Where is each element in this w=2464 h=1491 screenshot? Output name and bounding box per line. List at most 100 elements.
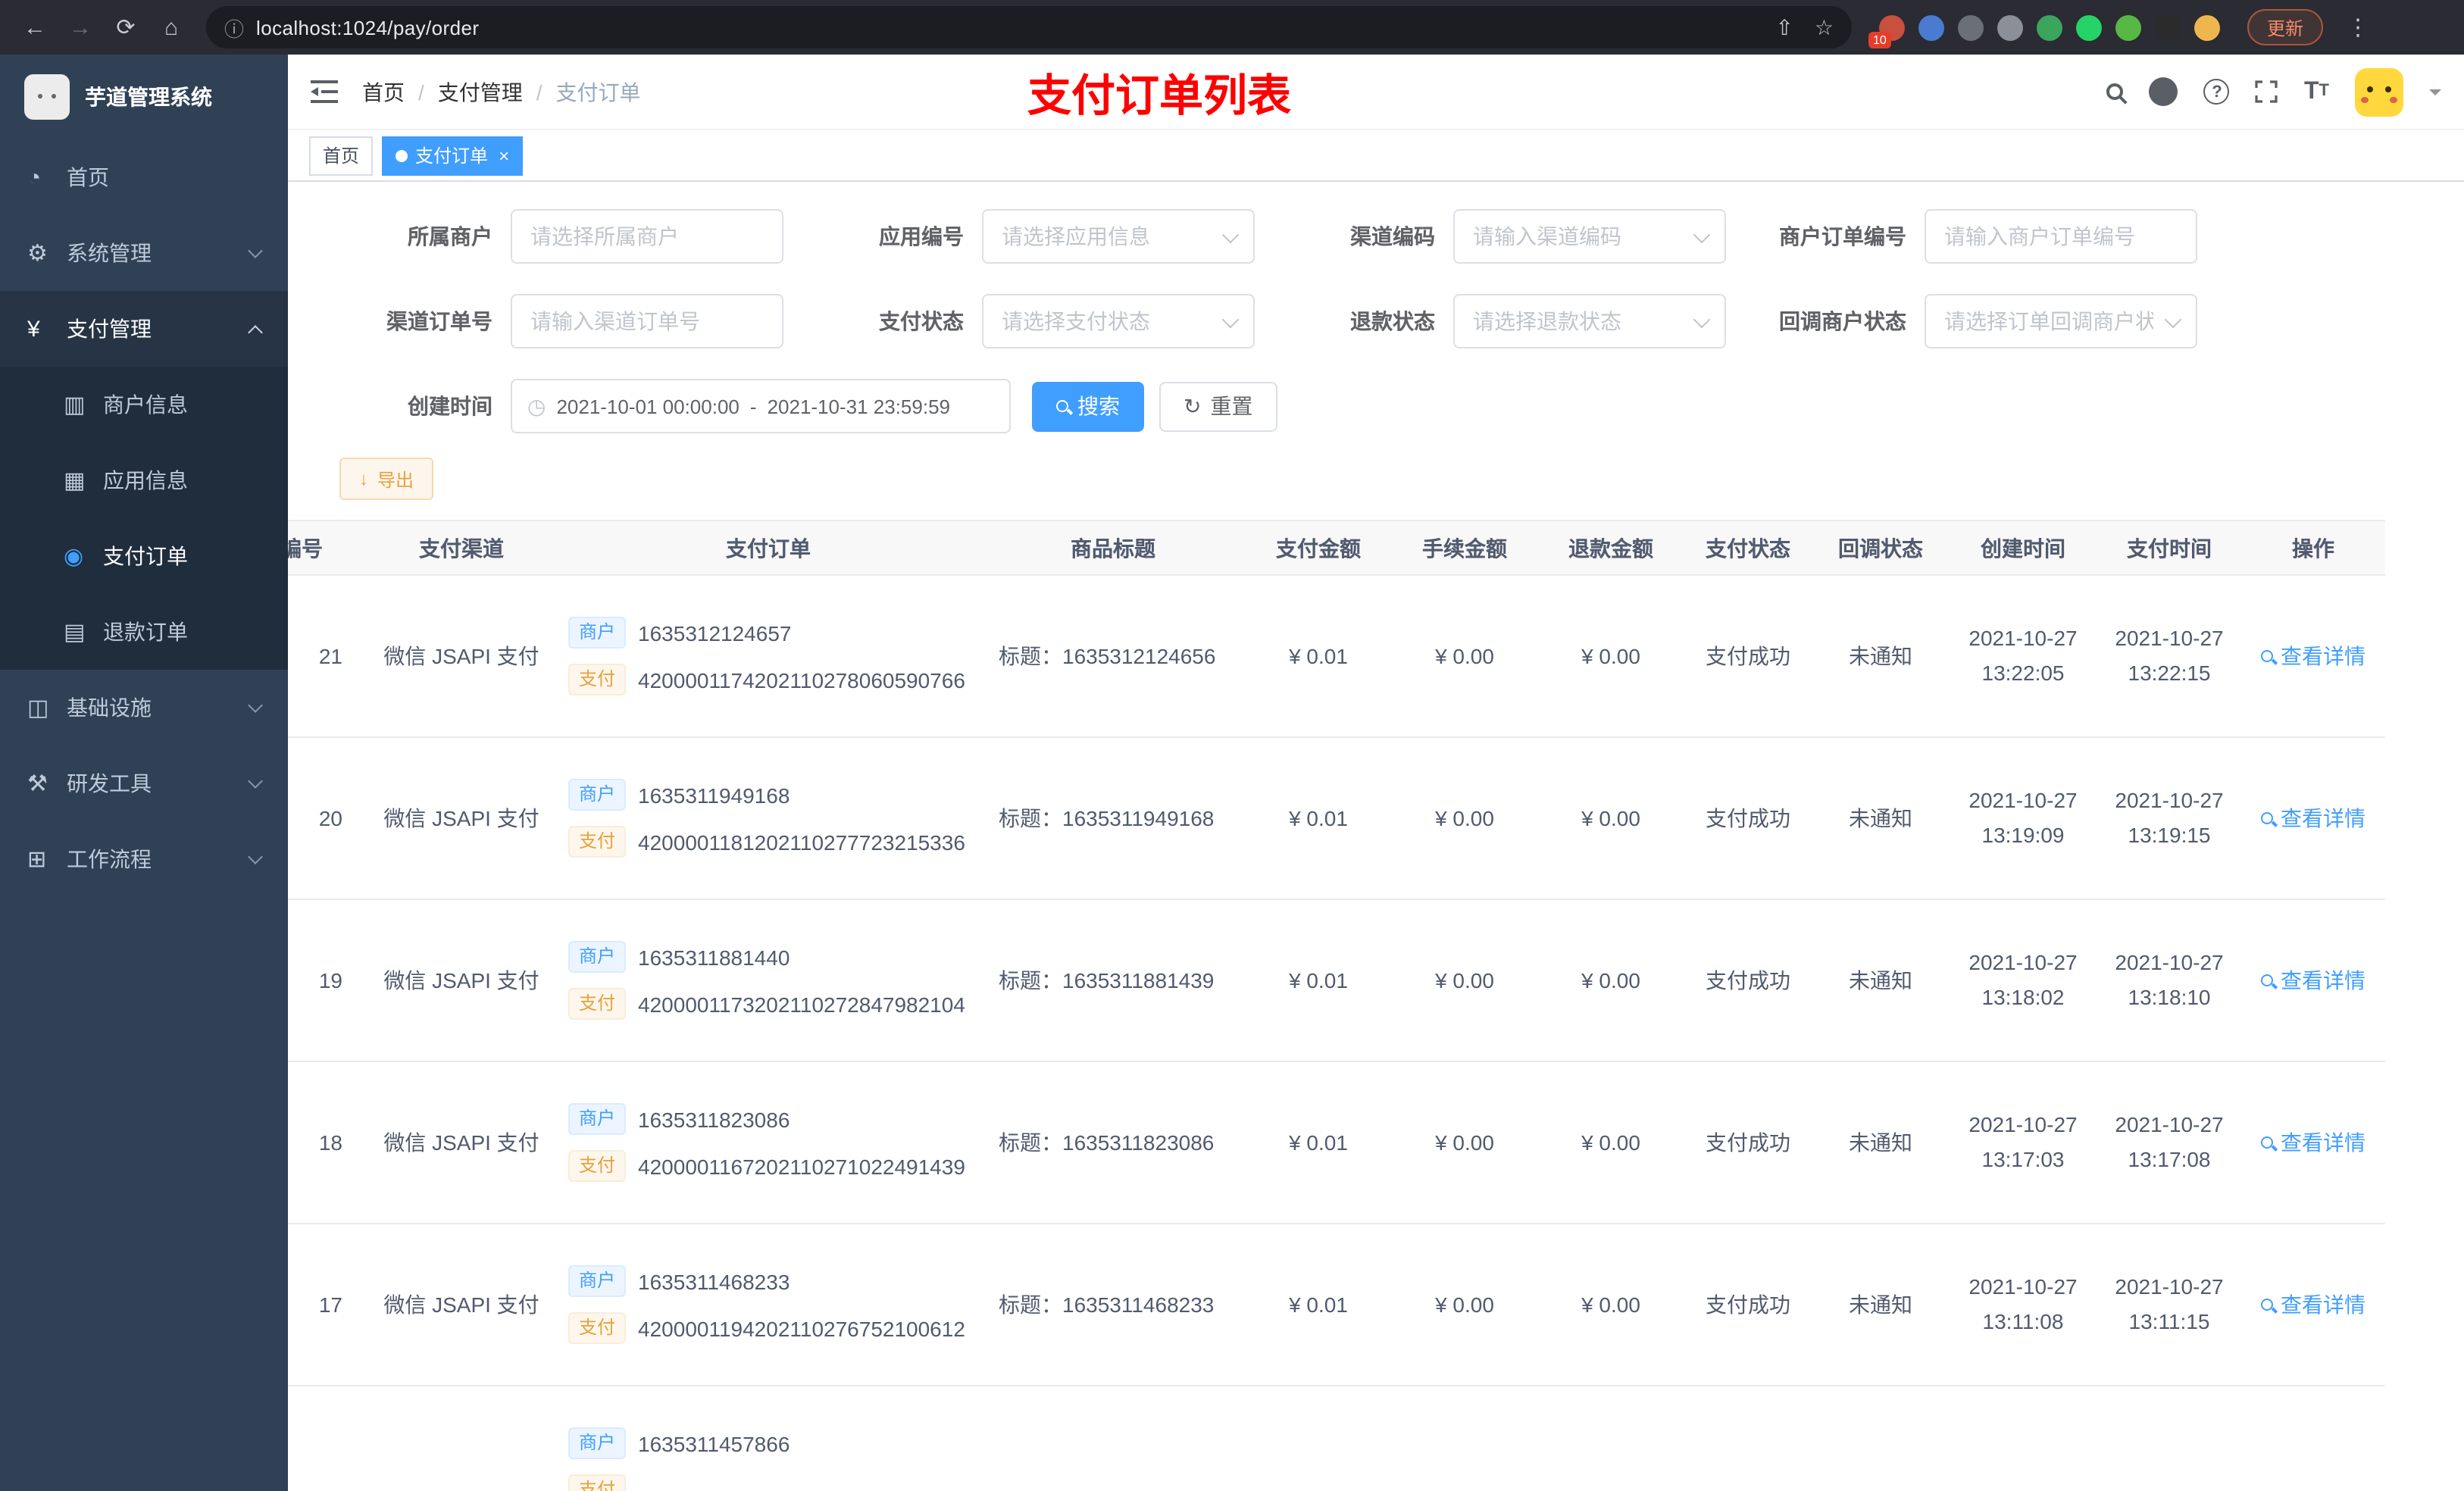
share-icon[interactable]: ⇧ (1775, 14, 1793, 40)
filter-pay-status: 支付状态 (783, 294, 1255, 349)
sidebar-item-home[interactable]: ◔ 首页 (0, 139, 288, 215)
cell-amount: ¥ 0.01 (1246, 899, 1391, 1062)
sidebar-fold-icon[interactable] (311, 80, 338, 103)
title-prefix: 标题： (999, 644, 1062, 668)
extension-icon[interactable] (2037, 14, 2062, 40)
home-icon[interactable]: ⌂ (152, 8, 191, 47)
download-icon: ↓ (359, 468, 368, 489)
user-avatar[interactable] (2355, 67, 2403, 116)
reset-button[interactable]: ↻ 重置 (1159, 381, 1277, 431)
back-icon[interactable]: ← (15, 8, 55, 47)
search-button[interactable]: 搜索 (1032, 381, 1144, 431)
cell-refund: ¥ 0.00 (1538, 1224, 1684, 1386)
sidebar-item-merchant-info[interactable]: ▥ 商户信息 (0, 367, 288, 442)
screen: ← → ⟳ ⌂ ⓘ localhost:1024/pay/order ⇧ ☆ 1… (0, 0, 2464, 1491)
reload-icon[interactable]: ⟳ (106, 8, 145, 47)
sidebar-item-workflow[interactable]: ⊞ 工作流程 (0, 821, 288, 897)
sidebar-item-payment[interactable]: ¥ 支付管理 (0, 291, 288, 367)
title-value: 1635311468233 (1062, 1293, 1215, 1317)
address-bar[interactable]: ⓘ localhost:1024/pay/order ⇧ ☆ (206, 6, 1852, 48)
title-prefix: 标题： (999, 968, 1062, 992)
breadcrumb-payment[interactable]: 支付管理 (438, 77, 523, 107)
app-logo[interactable]: 芋道管理系统 (0, 55, 288, 139)
extension-icon[interactable] (2155, 14, 2181, 40)
date-start[interactable]: 2021-10-01 00:00:00 (556, 395, 739, 417)
extension-icon[interactable] (2076, 14, 2102, 40)
forward-icon[interactable]: → (61, 8, 100, 47)
merchant-order-no-input[interactable] (1925, 209, 2197, 264)
view-detail-link[interactable]: 查看详情 (2241, 899, 2385, 1062)
pay-status-select[interactable] (982, 294, 1255, 349)
gear-icon: ⚙ (27, 241, 48, 267)
page-body: 芋道管理系统 ◔ 首页 ⚙ 系统管理 ¥ 支付管理 ▥ 商户信息 ▦ 应用信息 … (0, 55, 2464, 1491)
export-button[interactable]: ↓ 导出 (339, 458, 434, 500)
cell-refund: ¥ 0.00 (1538, 575, 1684, 738)
cell-channel: 微信 JSAPI 支付 (367, 575, 556, 738)
app-id-select[interactable] (982, 209, 1255, 264)
font-size-icon[interactable]: TT (2304, 79, 2329, 104)
tag-home[interactable]: 首页 (309, 136, 374, 175)
filter-form: 所属商户 应用编号 渠道编码 商户订单编号 (288, 182, 2464, 433)
channel-code-select[interactable] (1453, 209, 1726, 264)
refund-status-select[interactable] (1453, 294, 1726, 349)
date-range-picker[interactable]: ◷ 2021-10-01 00:00:00 - 2021-10-31 23:59… (511, 379, 1011, 433)
cell-notify: 未通知 (1812, 1061, 1949, 1224)
cell-notify: 未通知 (1812, 737, 1949, 900)
cell-amount: ¥ 0.01 (1246, 1061, 1391, 1224)
pay-badge: 支付 (568, 664, 627, 695)
logo-avatar (24, 74, 70, 120)
sidebar-menu: ◔ 首页 ⚙ 系统管理 ¥ 支付管理 ▥ 商户信息 ▦ 应用信息 ◉ 支付订单 … (0, 139, 288, 897)
cell-status (1684, 1386, 1812, 1491)
site-info-icon[interactable]: ⓘ (224, 13, 244, 42)
cell-status: 支付成功 (1684, 1224, 1812, 1386)
merchant-badge: 商户 (568, 1265, 627, 1297)
merchant-badge: 商户 (568, 1103, 627, 1135)
extension-icon[interactable] (1918, 14, 1944, 40)
extension-icon[interactable] (2194, 14, 2220, 40)
table-row: 18 微信 JSAPI 支付 商户 1635311823086 支付 4200001… (288, 1061, 2385, 1224)
sidebar-item-pay-order[interactable]: ◉ 支付订单 (0, 518, 288, 594)
breadcrumb-home[interactable]: 首页 (362, 77, 405, 107)
yen-icon: ¥ (27, 316, 40, 342)
view-detail-link[interactable]: 查看详情 (2241, 737, 2385, 900)
pay-order-no: 4200001181202110277723215336 (638, 830, 965, 854)
merchant-input[interactable] (511, 209, 783, 264)
avatar-dropdown-caret-icon[interactable] (2429, 89, 2441, 102)
tag-pay-order[interactable]: 支付订单 × (382, 136, 524, 175)
title-prefix: 标题： (999, 1293, 1062, 1317)
cell-pay-time: 2021-10-27 13:17:08 (2097, 1061, 2241, 1224)
browser-update-button[interactable]: 更新 (2247, 9, 2324, 45)
extension-icon[interactable] (1958, 14, 1984, 40)
cell-pay-time: 2021-10-27 13:11:15 (2097, 1224, 2241, 1386)
view-detail-link[interactable]: 查看详情 (2241, 1061, 2385, 1224)
browser-menu-icon[interactable]: ⋮ (2338, 8, 2378, 47)
sidebar-item-devtools[interactable]: ⚒ 研发工具 (0, 746, 288, 821)
cell-refund: ¥ 0.00 (1538, 1061, 1684, 1224)
search-icon[interactable] (2106, 83, 2124, 100)
extension-icon[interactable]: 10 (1868, 14, 1905, 48)
merchant-order-no: 1635311949168 (638, 783, 790, 807)
filter-channel-code: 渠道编码 (1255, 209, 1726, 264)
view-detail-link[interactable]: 查看详情 (2241, 1224, 2385, 1386)
sidebar-item-infrastructure[interactable]: ◫ 基础设施 (0, 670, 288, 746)
sidebar-item-app-info[interactable]: ▦ 应用信息 (0, 442, 288, 518)
view-detail-link[interactable]: 查看详情 (2241, 575, 2385, 738)
filter-merchant: 所属商户 (312, 209, 783, 264)
channel-order-no-input[interactable] (511, 294, 783, 349)
cell-amount: ¥ 0.01 (1246, 1224, 1391, 1386)
date-end[interactable]: 2021-10-31 23:59:59 (768, 395, 950, 417)
extension-icon[interactable] (2115, 14, 2141, 40)
close-tag-icon[interactable]: × (499, 145, 509, 166)
title-prefix: 标题： (999, 806, 1062, 830)
github-icon[interactable] (2149, 77, 2178, 106)
refund-order-icon: ▤ (64, 620, 86, 645)
sidebar-item-refund-order[interactable]: ▤ 退款订单 (0, 594, 288, 670)
extension-icon[interactable] (1997, 14, 2023, 40)
fullscreen-icon[interactable] (2256, 80, 2278, 103)
sidebar-item-system[interactable]: ⚙ 系统管理 (0, 215, 288, 291)
bookmark-star-icon[interactable]: ☆ (1815, 14, 1834, 40)
merchant-order-no: 1635311468233 (638, 1269, 790, 1293)
cell-refund: ¥ 0.00 (1538, 737, 1684, 900)
help-icon[interactable]: ? (2203, 79, 2230, 105)
notify-status-select[interactable] (1925, 294, 2197, 349)
